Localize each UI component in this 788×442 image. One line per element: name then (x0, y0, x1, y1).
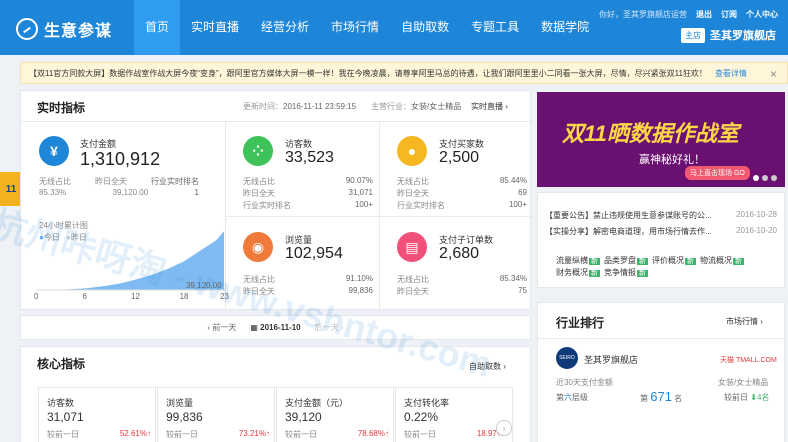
nav-home[interactable]: 首页 (134, 0, 181, 55)
metric-pv-value: 102,954 (285, 245, 343, 262)
prev-day-button[interactable]: ‹ 前一天 (207, 322, 236, 333)
metric-buyers-sub3: 行业实时排名 100+ (397, 200, 527, 210)
next-day-button[interactable]: 后一天 › (315, 322, 344, 333)
store-logo-icon: SEIRO (556, 347, 578, 369)
store-name: 圣其罗旗舰店 (710, 30, 776, 42)
core-card-visitors[interactable]: 访客数 31,071 较前一日 52.61%↑ (38, 387, 156, 442)
eye-icon: ◉ (243, 232, 273, 262)
rank-market-link[interactable]: 市场行情 › (726, 316, 763, 327)
store-tag: 主店 (681, 27, 705, 43)
rank-store-name: 圣其罗旗舰店 (584, 355, 639, 365)
rank-period: 近30天支付金额 (556, 378, 613, 387)
logout-link[interactable]: 退出 (696, 9, 712, 20)
nav-tools[interactable]: 专题工具 (460, 0, 530, 55)
x-tick-label: 12 (131, 292, 140, 301)
metric-orders-sub1: 无线占比 85.34% (397, 274, 527, 284)
metric-payment-subs: 无线占比 昨日全天 行业实时排名 (39, 177, 199, 186)
nav-realtime[interactable]: 实时直播 (180, 0, 250, 55)
tag-competition[interactable]: 竞争情报新 (604, 267, 648, 278)
tag-category[interactable]: 品类罗盘新 (604, 255, 648, 266)
app-name: 生意参谋 (44, 23, 113, 40)
banner-title: 双11晒数据作战室 (562, 121, 739, 146)
yen-icon: ¥ (39, 136, 69, 166)
user-menu: 你好，圣其罗旗舰店运营 退出 订阅 个人中心 (599, 9, 778, 20)
current-date[interactable]: ▦ 2016-11-10 (250, 323, 300, 332)
metric-buyers-sub2: 昨日全天 69 (397, 188, 527, 198)
chart-end-value: 39,120.00 (186, 281, 222, 290)
store-switcher[interactable]: 主店 圣其罗旗舰店 (681, 27, 776, 43)
tag-traffic[interactable]: 流量纵横新 (556, 255, 600, 266)
subscribe-link[interactable]: 订阅 (721, 9, 737, 20)
x-tick-label: 18 (179, 292, 189, 301)
date-navigator: ‹ 前一天 ▦ 2016-11-10 后一天 › (20, 315, 531, 340)
tool-tags-row2: 财务概况新 竞争情报新 (556, 267, 648, 278)
metric-orders-value: 2,680 (439, 245, 480, 262)
rank-panel: 行业排行 市场行情 › (537, 302, 786, 442)
personal-center-link[interactable]: 个人中心 (746, 9, 778, 20)
double11-float-badge[interactable]: 11 (0, 172, 22, 206)
news-item[interactable]: 【实操分享】解密电商道理，用市场行情去作... 2016-10-20 (545, 226, 777, 237)
main-industry: 主营行业：女装/女士精品 (371, 102, 462, 111)
realtime-live-link[interactable]: 实时直播 › (471, 101, 508, 112)
metric-buyers-value: 2,500 (439, 149, 480, 166)
order-icon: ▤ (397, 232, 427, 262)
banner-go-button[interactable]: 马上直击现场 GO (685, 166, 750, 180)
promo-banner[interactable]: 双11晒数据作战室 赢神秘好礼！ 马上直击现场 GO (537, 92, 785, 187)
tool-tags-row1: 流量纵横新 品类罗盘新 评价概况新 物流概况新 (556, 255, 744, 266)
tag-logistics[interactable]: 物流概况新 (700, 255, 744, 266)
app-logo[interactable]: 生意参谋 (16, 17, 112, 41)
banner-subtitle: 赢神秘好礼！ (639, 154, 705, 166)
core-card-payment[interactable]: 支付金额（元） 39,120 较前一日 78.68%↑ (276, 387, 394, 442)
core-title: 核心指标 (37, 357, 86, 371)
core-self-fetch-link[interactable]: 自助取数 › (469, 361, 506, 372)
metric-visitors-sub3: 行业实时排名 100+ (243, 200, 373, 210)
metric-payment-value: 1,310,912 (80, 149, 161, 169)
metric-buyers-sub1: 无线占比 85.44% (397, 176, 527, 186)
banner-pager[interactable] (753, 175, 777, 181)
x-tick-label: 23 (220, 292, 229, 301)
metric-pv-sub2: 昨日全天 99,836 (243, 286, 373, 296)
metric-visitors-sub1: 无线占比 90.07% (243, 176, 373, 186)
user-icon: ● (397, 136, 427, 166)
rank-change: 较前日 ⬇4名 (724, 393, 770, 402)
welcome-text: 你好，圣其罗旗舰店运营 (599, 10, 687, 19)
x-tick-label: 0 (34, 292, 39, 301)
rank-level: 第六层级 (556, 393, 588, 402)
notice-link[interactable]: 查看详情 (715, 68, 747, 79)
realtime-title: 实时指标 (37, 101, 86, 115)
nav-academy[interactable]: 数据学院 (530, 0, 600, 55)
logo-icon (16, 18, 38, 40)
metric-orders-sub2: 昨日全天 75 (397, 286, 527, 296)
nav-market[interactable]: 市场行情 (320, 0, 390, 55)
metric-pv-sub1: 无线占比 91.10% (243, 274, 373, 284)
rank-position: 第 671 名 (640, 389, 683, 404)
main-nav: 首页 实时直播 经营分析 市场行情 自助取数 专题工具 数据学院 (134, 0, 600, 55)
metric-visitors-sub2: 昨日全天 31,071 (243, 188, 373, 198)
scroll-right-icon[interactable]: › (496, 420, 512, 436)
core-card-conversion[interactable]: 支付转化率0.22% 较前一日18.97%↑ (395, 387, 513, 442)
nav-analysis[interactable]: 经营分析 (250, 0, 320, 55)
notice-text: 【双11官方同款大屏】数据作战室作战大屏今夜“变身”，跟阿里官方媒体大屏一模一样… (29, 68, 707, 78)
tmall-logo: 天猫 TMALL.COM (720, 357, 777, 364)
metric-visitors-value: 33,523 (285, 149, 334, 166)
top-navbar: 生意参谋 首页 实时直播 经营分析 市场行情 自助取数 专题工具 数据学院 你好… (0, 0, 788, 55)
tag-review[interactable]: 评价概况新 (652, 255, 696, 266)
tag-finance[interactable]: 财务概况新 (556, 267, 600, 278)
x-tick-label: 6 (82, 292, 87, 301)
update-time: 更新时间：2016-11-11 23:59:15 (243, 102, 357, 111)
notice-bar: 【双11官方同款大屏】数据作战室作战大屏今夜“变身”，跟阿里官方媒体大屏一模一样… (20, 62, 788, 84)
rank-industry: 女装/女士精品 (718, 378, 769, 387)
rank-title: 行业排行 (556, 316, 605, 330)
nav-self-fetch[interactable]: 自助取数 (390, 0, 460, 55)
close-icon[interactable]: × (770, 67, 777, 81)
metric-payment-sub-values: 85.33% 39,120.00 1 (39, 188, 199, 197)
footprint-icon: ⁘ (243, 136, 273, 166)
news-item[interactable]: 【重要公告】禁止违规使用生意参谋账号的公... 2016-10-28 (545, 210, 777, 221)
core-card-pv[interactable]: 浏览量 99,836 较前一日 73.21%↑ (157, 387, 275, 442)
